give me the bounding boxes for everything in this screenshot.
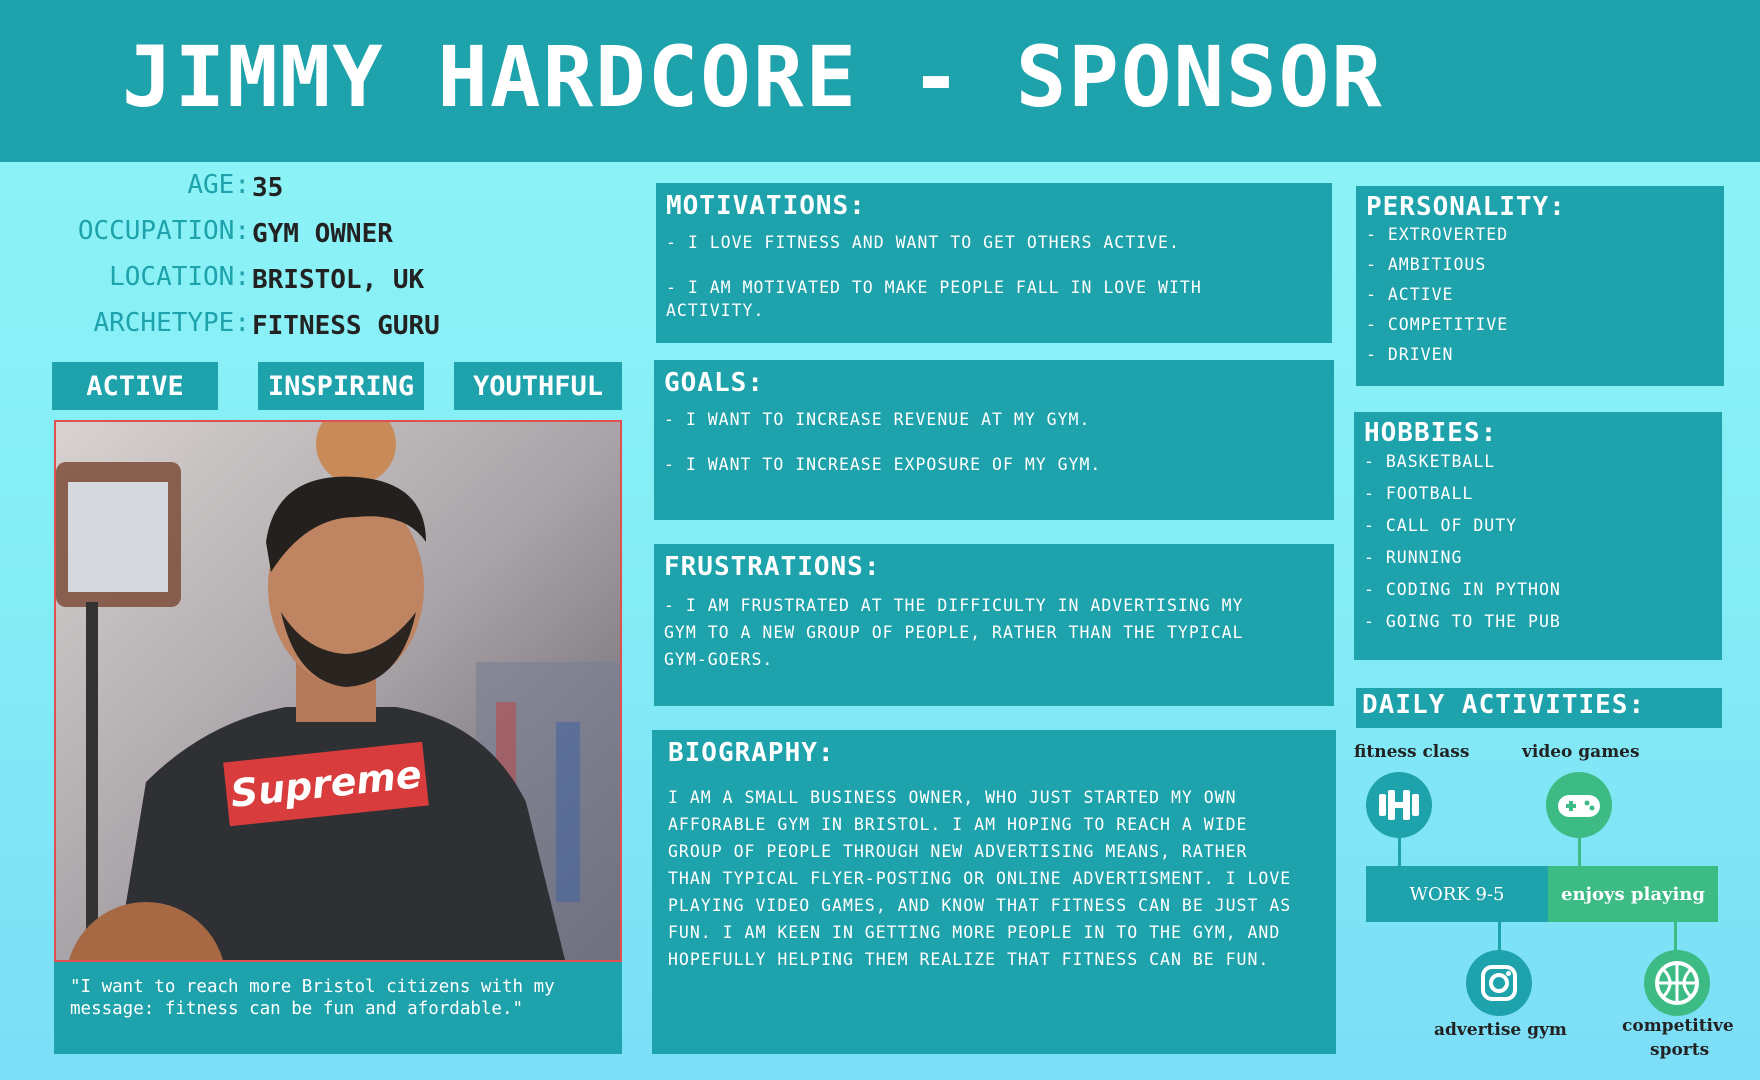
demo-value-age: 35: [252, 173, 284, 203]
personality-item: - ACTIVE: [1366, 285, 1454, 304]
personality-item: - COMPETITIVE: [1366, 315, 1509, 334]
connector-line: [1498, 922, 1501, 952]
demo-row-age: AGE: 35: [0, 170, 600, 206]
biography-panel: BIOGRAPHY: I AM A SMALL BUSINESS OWNER, …: [652, 730, 1336, 1054]
advertise-gym-label: advertise gym: [1434, 1020, 1567, 1040]
connector-line: [1674, 922, 1677, 952]
instagram-icon: [1466, 950, 1532, 1016]
demo-row-location: LOCATION: BRISTOL, UK: [0, 262, 600, 298]
hobbies-panel: HOBBIES: - BASKETBALL - FOOTBALL - CALL …: [1354, 412, 1722, 660]
dumbbell-icon: [1366, 772, 1432, 838]
hobbies-item: - CODING IN PYTHON: [1364, 580, 1561, 599]
personality-item: - DRIVEN: [1366, 345, 1454, 364]
gamepad-icon: [1546, 772, 1612, 838]
hobbies-title: HOBBIES:: [1364, 418, 1498, 448]
sports-label: sports: [1650, 1040, 1710, 1060]
work-bar-label: WORK 9-5: [1409, 883, 1505, 905]
goals-item: - I WANT TO INCREASE EXPOSURE OF MY GYM.: [664, 455, 1102, 474]
basketball-icon: [1644, 950, 1710, 1016]
enjoys-playing-label: enjoys playing: [1561, 883, 1705, 905]
demo-value-occupation: GYM OWNER: [252, 219, 393, 249]
hobbies-item: - CALL OF DUTY: [1364, 516, 1518, 535]
video-games-label: video games: [1522, 742, 1640, 762]
motivations-title: MOTIVATIONS:: [666, 191, 866, 221]
frustrations-title: FRUSTRATIONS:: [664, 552, 881, 582]
frustrations-text: - I AM FRUSTRATED AT THE DIFFICULTY IN A…: [664, 596, 1244, 669]
demo-key-location: LOCATION:: [109, 262, 250, 292]
demo-row-occupation: OCCUPATION: GYM OWNER: [0, 216, 600, 252]
personality-title: PERSONALITY:: [1366, 192, 1566, 222]
hobbies-item: - RUNNING: [1364, 548, 1463, 567]
demo-key-occupation: OCCUPATION:: [77, 216, 250, 246]
trait-badge-active: ACTIVE: [52, 362, 218, 410]
motivations-item: - I AM MOTIVATED TO MAKE PEOPLE FALL IN …: [666, 278, 1202, 320]
connector-line: [1398, 838, 1401, 868]
demo-value-location: BRISTOL, UK: [252, 265, 425, 295]
persona-photo-illustration: Supreme: [56, 422, 620, 960]
personality-item: - AMBITIOUS: [1366, 255, 1487, 274]
fitness-class-label: fitness class: [1354, 742, 1470, 762]
trait-badge-inspiring: INSPIRING: [258, 362, 424, 410]
enjoys-playing-bar: enjoys playing: [1548, 866, 1718, 922]
hobbies-item: - FOOTBALL: [1364, 484, 1474, 503]
demo-key-archetype: ARCHETYPE:: [93, 308, 250, 338]
hobbies-item: - GOING TO THE PUB: [1364, 612, 1561, 631]
goals-item: - I WANT TO INCREASE REVENUE AT MY GYM.: [664, 410, 1091, 429]
personality-item: - EXTROVERTED: [1366, 225, 1509, 244]
goals-title: GOALS:: [664, 368, 764, 398]
header-bar: JIMMY HARDCORE - SPONSOR: [0, 0, 1760, 162]
hobbies-item: - BASKETBALL: [1364, 452, 1496, 471]
biography-text: I AM A SMALL BUSINESS OWNER, WHO JUST ST…: [668, 788, 1292, 969]
motivations-panel: MOTIVATIONS: - I LOVE FITNESS AND WANT T…: [656, 183, 1332, 343]
connector-line: [1578, 838, 1581, 868]
biography-title: BIOGRAPHY:: [668, 738, 835, 768]
demo-value-archetype: FITNESS GURU: [252, 311, 440, 341]
demo-key-age: AGE:: [187, 170, 250, 200]
persona-quote: "I want to reach more Bristol citizens w…: [54, 962, 622, 1054]
personality-panel: PERSONALITY: - EXTROVERTED - AMBITIOUS -…: [1356, 186, 1724, 386]
work-bar: WORK 9-5: [1366, 866, 1548, 922]
daily-activities-title-bar: DAILY ACTIVITIES:: [1356, 688, 1722, 728]
trait-badge-youthful: YOUTHFUL: [454, 362, 622, 410]
daily-activities-title: DAILY ACTIVITIES:: [1362, 690, 1646, 720]
competitive-label: competitive: [1622, 1016, 1734, 1036]
demo-row-archetype: ARCHETYPE: FITNESS GURU: [0, 308, 600, 344]
persona-photo: Supreme: [54, 420, 622, 962]
motivations-item: - I LOVE FITNESS AND WANT TO GET OTHERS …: [666, 233, 1180, 252]
goals-panel: GOALS: - I WANT TO INCREASE REVENUE AT M…: [654, 360, 1334, 520]
page-title: JIMMY HARDCORE - SPONSOR: [122, 28, 1384, 126]
frustrations-panel: FRUSTRATIONS: - I AM FRUSTRATED AT THE D…: [654, 544, 1334, 706]
